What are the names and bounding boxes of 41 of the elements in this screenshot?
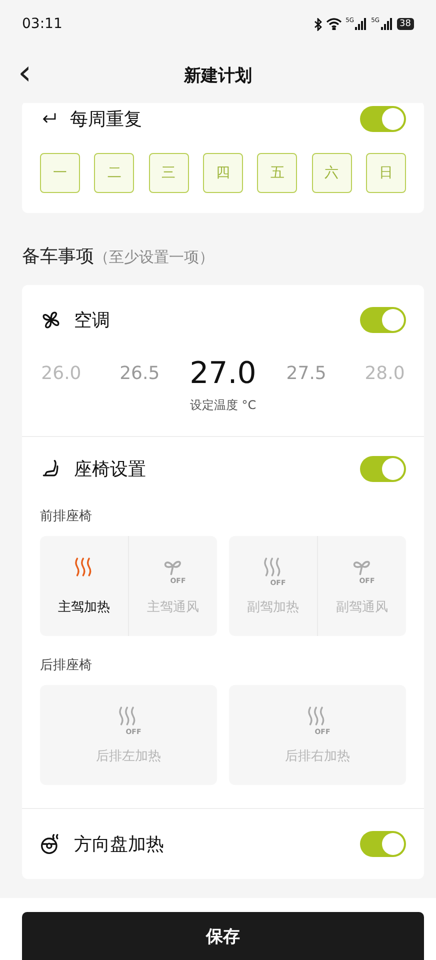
weekday-button[interactable]: 日 — [366, 153, 406, 193]
clock: 03:11 — [22, 16, 62, 32]
weekday-button[interactable]: 六 — [312, 153, 352, 193]
temperature-value[interactable]: 27.0 — [178, 356, 268, 390]
toggle-switch[interactable] — [360, 831, 406, 857]
weekday-button[interactable]: 一 — [40, 153, 80, 193]
option-label: 后排右加热 — [285, 748, 350, 765]
battery-level: 38 — [396, 18, 414, 30]
option-label: 副驾通风 — [336, 599, 388, 616]
signal-icon — [380, 18, 393, 30]
temperature-value[interactable]: 28.0 — [346, 362, 424, 384]
signal-icon — [355, 18, 368, 30]
toggle-switch[interactable] — [360, 307, 406, 333]
seat-option[interactable]: 主驾加热 — [40, 536, 128, 636]
row-label: 空调 — [74, 309, 111, 332]
section-title: 备车事项 — [22, 245, 94, 268]
page-title: 新建计划 — [184, 65, 252, 87]
temperature-caption: 设定温度 °C — [188, 397, 258, 414]
section-hint: （至少设置一项） — [94, 248, 214, 267]
row-label: 每周重复 — [70, 108, 143, 131]
bluetooth-icon — [314, 18, 322, 30]
weekday-button[interactable]: 四 — [202, 153, 243, 193]
option-label: 副驾加热 — [247, 599, 299, 616]
temperature-value[interactable]: 27.5 — [267, 362, 346, 384]
group-title: 后排座椅 — [40, 657, 93, 675]
toggle-switch[interactable] — [360, 106, 406, 132]
group-title: 前排座椅 — [40, 508, 93, 526]
weekday-button[interactable]: 三 — [148, 153, 189, 193]
temperature-value[interactable]: 26.5 — [100, 362, 179, 384]
option-label: 后排左加热 — [96, 748, 161, 765]
back-button[interactable]: ‹ — [14, 58, 36, 88]
toggle-switch[interactable] — [360, 456, 406, 482]
weekday-button[interactable]: 二 — [94, 153, 134, 193]
option-label: 主驾加热 — [58, 599, 110, 616]
wifi-icon — [326, 18, 342, 30]
row-label: 座椅设置 — [74, 458, 147, 481]
weekday-button[interactable]: 五 — [257, 153, 298, 193]
temperature-value[interactable]: 26.0 — [22, 362, 100, 384]
save-button[interactable]: 保存 — [22, 912, 424, 960]
row-label: 方向盘加热 — [74, 833, 165, 856]
option-label: 主驾通风 — [147, 599, 199, 616]
